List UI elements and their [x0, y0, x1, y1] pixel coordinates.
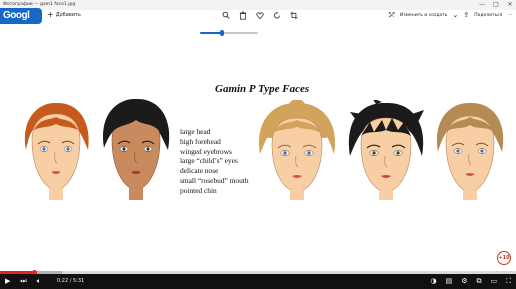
controls-left: ▶ ⏭ 🔈︎ 0:22 / 5:31 [5, 277, 84, 286]
minimize-button[interactable]: — [478, 0, 486, 10]
trait-item: delicate nose [180, 166, 219, 176]
chevron-down-icon[interactable]: ⌄ [452, 12, 458, 19]
miniplayer-icon[interactable]: ⧉ [476, 277, 481, 286]
face-illustration-black-hair [102, 98, 170, 200]
volume-icon[interactable]: 🔈︎ [37, 277, 41, 286]
trait-item: pointed chin [180, 185, 217, 195]
title-bar: Фотографии — gam1 face1.jpg — □ ✕ [0, 0, 516, 10]
trait-item: winged eyebrows [180, 146, 232, 156]
trait-item: large “child’s” eyes [180, 156, 238, 166]
plus-icon: + [47, 10, 54, 19]
add-button-label: Добавить [55, 12, 81, 18]
next-icon[interactable]: ⏭ [20, 277, 26, 286]
edit-create-icon[interactable]: ⤱ [389, 12, 395, 19]
add-button[interactable]: + Добавить [47, 10, 81, 19]
photos-viewer: Фотографии — gam1 face1.jpg — □ ✕ Googl … [0, 0, 516, 289]
fullscreen-icon[interactable]: ⛶ [506, 277, 511, 286]
rewind-badge[interactable]: +10 [497, 251, 511, 265]
share-button[interactable]: Поделиться [474, 13, 502, 18]
rotate-icon[interactable] [273, 11, 281, 20]
edit-create-button[interactable]: Изменить и создать [400, 13, 448, 18]
zoom-fill [200, 32, 223, 34]
close-button[interactable]: ✕ [506, 0, 514, 10]
crop-icon[interactable] [290, 11, 298, 20]
zoom-icon[interactable] [222, 11, 230, 20]
trait-item: small “rosebud” mouth [180, 175, 249, 185]
window-title: Фотографии — gam1 face1.jpg [3, 2, 76, 7]
face-illustration-red-hair [24, 102, 89, 200]
window-controls: — □ ✕ [478, 0, 514, 10]
subtitles-icon[interactable]: ▤ [446, 277, 453, 286]
face-illustration-sandy-hair [436, 102, 504, 200]
maximize-button[interactable]: □ [492, 0, 500, 10]
slide-title: Gamin P Type Faces [215, 83, 310, 95]
more-button[interactable]: ⋯ [508, 13, 513, 18]
theater-icon[interactable]: ▭ [490, 277, 497, 286]
autoplay-toggle-icon[interactable]: ◑ [430, 277, 436, 286]
right-toolbar: ⤱ Изменить и создать ⌄ ⇪ Поделиться ⋯ [389, 12, 513, 19]
image-tools [222, 11, 298, 20]
time-display: 0:22 / 5:31 [56, 278, 85, 284]
player-controls: ▶ ⏭ 🔈︎ 0:22 / 5:31 ◑ ▤ ⚙ ⧉ ▭ ⛶ [0, 274, 516, 289]
trait-item: large head [180, 127, 211, 136]
face-illustration-blonde-curly [258, 100, 336, 200]
face-illustration-black-spiky [348, 100, 424, 200]
favorite-icon[interactable] [256, 11, 264, 20]
play-icon[interactable]: ▶ [5, 277, 10, 286]
controls-right: ◑ ▤ ⚙ ⧉ ▭ ⛶ [430, 277, 511, 286]
trait-item: high forehead [180, 136, 221, 146]
share-icon[interactable]: ⇪ [463, 12, 469, 19]
zoom-thumb[interactable] [220, 30, 225, 36]
zoom-slider[interactable] [200, 30, 258, 36]
delete-icon[interactable] [239, 11, 247, 20]
channel-logo: Googl [0, 8, 42, 24]
settings-icon[interactable]: ⚙ [461, 277, 467, 286]
traits-list: large head high forehead winged eyebrows… [180, 127, 249, 196]
